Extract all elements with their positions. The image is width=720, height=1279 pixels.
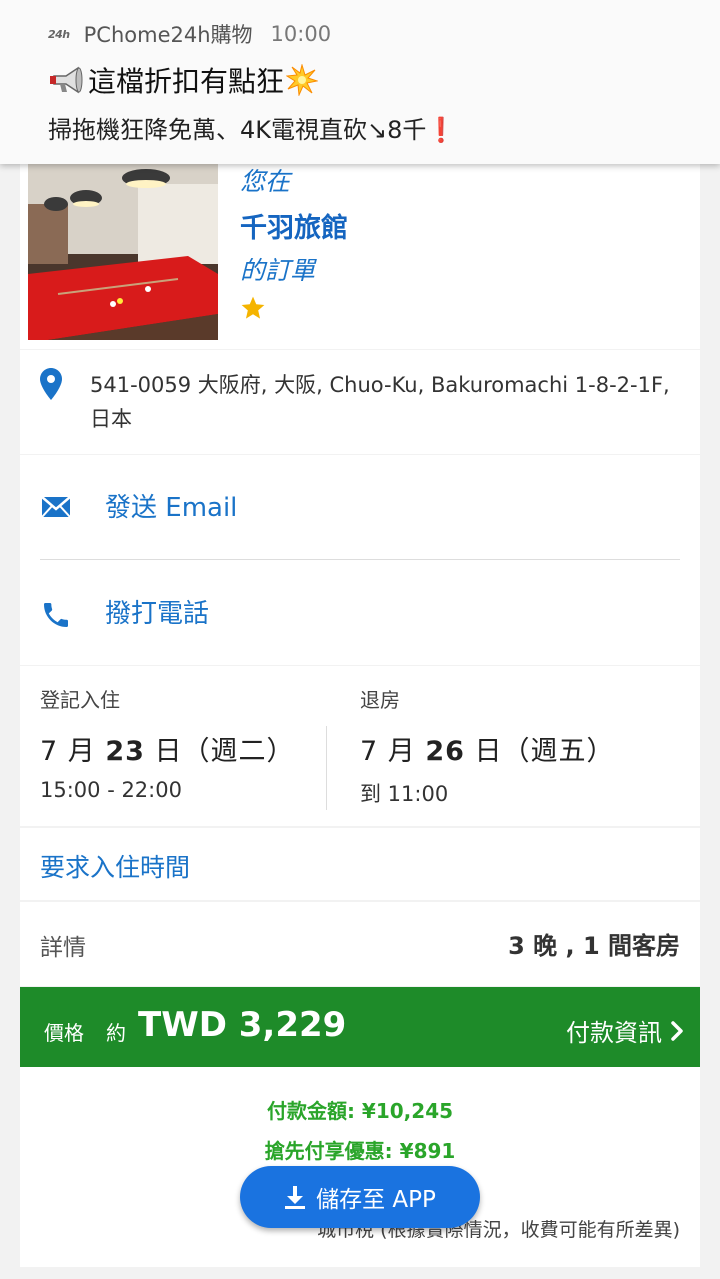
notification-body: 掃拖機狂降免萬、4K電視直砍↘8千❗ [48,116,457,144]
save-to-app-button[interactable]: 儲存至 APP [240,1166,480,1228]
hotel-card: 您在 千羽旅館 的訂單 [20,164,700,349]
your-order-label: 的訂單 [240,256,316,285]
request-checkin-time-label: 要求入住時間 [40,853,191,882]
details-card: 詳情 3 晚 , 1 間客房 [20,902,700,986]
checkin-day: 23 [105,736,145,767]
notification-title: 這檔折扣有點狂 [88,65,285,98]
details-value: 3 晚 , 1 間客房 [508,932,680,960]
hotel-info: 您在 千羽旅館 的訂單 [240,164,348,321]
checkout-date: 7 月 26 日（週五） [360,729,615,768]
envelope-icon [40,493,72,521]
booking-page: 24h PChome24h購物 10:00 這檔折扣有點狂 掃拖機狂降免萬、4K… [0,0,720,1279]
dates-divider [326,726,327,810]
checkout-month: 7 月 [360,736,426,767]
pchome-logo: 24h [48,27,70,41]
you-at-label: 您在 [240,167,291,196]
star-rating-icon [240,295,266,321]
checkout-label: 退房 [360,688,400,712]
price-approx-label: 約 [106,1021,126,1045]
hotel-photo [28,164,218,340]
payment-amount: 付款金額: ¥10,245 [266,1099,454,1123]
sparkle-burst-icon [285,63,319,97]
checkout-day: 26 [425,736,465,767]
contact-card: 發送 Email 撥打電話 [20,455,700,665]
notification-title-row: 這檔折扣有點狂 [48,60,319,100]
request-checkin-time-button[interactable]: 要求入住時間 [20,828,700,900]
send-email-button[interactable]: 發送 Email [20,455,700,559]
notification-app-name: PChome24h購物 [83,23,253,47]
call-phone-label: 撥打電話 [105,599,210,629]
price-value: TWD 3,229 [138,1005,347,1045]
price-bar: 價格 約 TWD 3,229 付款資訊 [20,987,700,1067]
hotel-address: 541-0059 大阪府, 大阪, Chuo-Ku, Bakuromachi 1… [90,373,670,431]
checkin-label: 登記入住 [40,688,120,712]
save-to-app-label: 儲存至 APP [316,1187,436,1213]
notification-time: 10:00 [270,22,332,46]
checkout-weekday: 日（週五） [464,736,615,767]
payment-info-link[interactable]: 付款資訊 [566,1013,684,1048]
checkin-month: 7 月 [40,736,106,767]
checkin-time: 15:00 - 22:00 [40,778,182,802]
price-label: 價格 [44,1021,84,1045]
chevron-right-icon [671,1020,683,1041]
address-card[interactable]: 541-0059 大阪府, 大阪, Chuo-Ku, Bakuromachi 1… [20,350,700,454]
contact-divider [40,559,680,560]
checkout-section: 退房 7 月 26 日（週五） 到 11:00 [360,684,615,808]
location-pin-icon [40,368,62,400]
payment-info-label: 付款資訊 [566,1019,662,1047]
notification-header: 24h PChome24h購物 10:00 [48,20,331,48]
checkin-weekday: 日（週二） [144,736,295,767]
megaphone-icon [48,65,86,95]
call-phone-button[interactable]: 撥打電話 [20,561,700,665]
push-notification[interactable]: 24h PChome24h購物 10:00 這檔折扣有點狂 掃拖機狂降免萬、4K… [0,0,720,164]
send-email-label: 發送 Email [105,493,238,523]
checkin-date: 7 月 23 日（週二） [40,729,295,768]
phone-icon [40,599,72,627]
details-label: 詳情 [40,935,86,961]
download-icon [285,1186,306,1209]
checkin-section: 登記入住 7 月 23 日（週二） 15:00 - 22:00 [40,684,295,802]
checkout-time: 到 11:00 [360,782,449,806]
stay-dates-card: 登記入住 7 月 23 日（週二） 15:00 - 22:00 退房 7 月 2… [20,666,700,826]
hotel-name[interactable]: 千羽旅館 [240,206,348,245]
prepay-discount: 搶先付享優惠: ¥891 [264,1139,456,1163]
